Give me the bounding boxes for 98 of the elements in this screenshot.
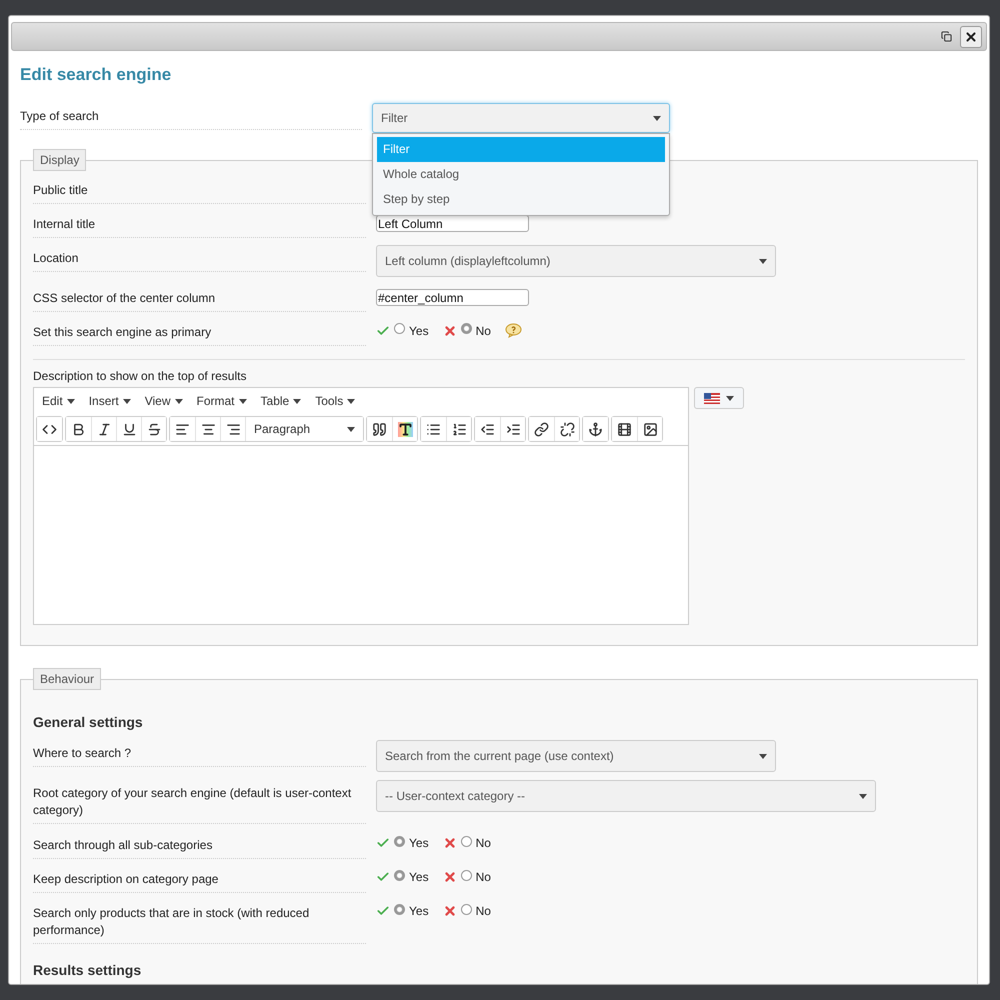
select-field[interactable]: Left column (displayleftcolumn) xyxy=(376,245,776,277)
radio-label: No xyxy=(476,904,491,918)
caret-icon xyxy=(759,258,767,264)
strikethrough-button[interactable] xyxy=(141,417,166,441)
underline-icon xyxy=(122,422,136,436)
radio-button[interactable] xyxy=(394,323,405,334)
section-heading: General settings xyxy=(33,714,144,730)
text-color-icon xyxy=(398,422,412,436)
field-label: Search through all sub-categories xyxy=(33,832,366,859)
editor-menu[interactable]: Edit xyxy=(42,394,75,408)
dropdown-option[interactable]: Step by step xyxy=(377,187,665,212)
strikethrough-icon xyxy=(146,422,162,436)
caret-icon xyxy=(293,398,302,404)
check-icon xyxy=(376,324,390,338)
section-legend: Behaviour xyxy=(33,668,102,690)
check-icon xyxy=(376,836,390,850)
radio-label: Yes xyxy=(409,904,429,918)
unlink-icon xyxy=(560,422,574,436)
caret-icon xyxy=(174,398,182,404)
radio-label: No xyxy=(476,836,491,850)
help-bubble-icon[interactable] xyxy=(504,323,522,338)
radio-button[interactable] xyxy=(460,904,472,915)
field-label: Search only products that are in stock (with reduced performance) xyxy=(33,900,366,944)
editor-menu[interactable]: Format xyxy=(196,394,247,408)
field-label: Internal title xyxy=(33,211,366,238)
editor-menu[interactable]: Insert xyxy=(88,394,131,408)
close-icon xyxy=(964,30,978,44)
format-select[interactable]: Paragraph xyxy=(245,417,363,441)
image-button[interactable] xyxy=(637,417,662,441)
restore-icon[interactable] xyxy=(941,31,952,42)
editor-menu[interactable]: View xyxy=(144,394,182,408)
indent-icon xyxy=(506,422,520,436)
editor-menu[interactable]: Table xyxy=(260,394,302,408)
caret-icon xyxy=(347,426,355,432)
text-color-button[interactable] xyxy=(392,417,417,441)
indent-button[interactable] xyxy=(500,417,525,441)
media-icon xyxy=(617,422,632,436)
caret-icon xyxy=(347,398,356,404)
text-field[interactable]: Left Column xyxy=(376,215,529,232)
radio-button[interactable] xyxy=(394,836,405,847)
caret-icon xyxy=(122,398,131,404)
field-label: Set this search engine as primary xyxy=(33,319,366,346)
text-field[interactable]: #center_column xyxy=(376,289,529,306)
caret-icon xyxy=(653,116,661,120)
numbered-list-icon xyxy=(452,422,466,436)
caret-icon xyxy=(726,396,734,400)
select-field[interactable]: -- User-context category -- xyxy=(376,780,876,812)
align-left-icon xyxy=(175,422,190,436)
select-field[interactable]: Filter xyxy=(372,103,670,133)
select-field[interactable]: Search from the current page (use context) xyxy=(376,740,776,772)
bold-icon xyxy=(71,422,86,436)
field-label: Public title xyxy=(33,177,366,204)
italic-icon xyxy=(96,422,112,436)
outdent-icon xyxy=(480,422,495,436)
bullet-list-icon xyxy=(426,422,441,436)
numbered-list-button[interactable] xyxy=(446,417,471,441)
cross-icon xyxy=(442,836,457,850)
radio-label: Yes xyxy=(409,870,429,884)
field-label: Keep description on category page xyxy=(33,866,366,893)
field-label: Root category of your search engine (default is user-context category) xyxy=(33,780,366,824)
radio-button[interactable] xyxy=(460,836,472,847)
blockquote-icon xyxy=(372,422,387,436)
radio-button[interactable] xyxy=(394,904,405,915)
dialog-title: Edit search engine xyxy=(20,65,172,85)
link-icon xyxy=(534,422,549,436)
caret-icon xyxy=(66,398,75,404)
radio-label: No xyxy=(476,324,491,338)
field-label: Where to search ? xyxy=(33,740,366,767)
image-icon xyxy=(642,422,658,436)
align-right-icon xyxy=(226,422,240,436)
field-label: CSS selector of the center column xyxy=(33,285,366,312)
check-icon xyxy=(376,904,390,918)
caret-icon xyxy=(759,754,767,758)
section-legend: Display xyxy=(33,149,86,171)
field-label: Location xyxy=(33,245,366,272)
anchor-icon xyxy=(588,422,603,436)
cross-icon xyxy=(442,904,457,918)
caret-icon xyxy=(238,398,247,404)
language-button[interactable] xyxy=(694,387,744,409)
editor-menu[interactable]: Tools xyxy=(315,394,356,408)
radio-label: Yes xyxy=(409,324,429,338)
cross-icon xyxy=(442,870,457,884)
radio-label: No xyxy=(476,870,491,884)
dropdown-option[interactable]: Whole catalog xyxy=(377,162,665,187)
unlink-button[interactable] xyxy=(554,417,579,441)
radio-button[interactable] xyxy=(460,323,472,334)
cross-icon xyxy=(442,324,457,338)
section-heading: Results settings xyxy=(33,962,142,978)
check-icon xyxy=(376,870,390,884)
flag-icon xyxy=(704,392,720,404)
align-center-icon xyxy=(200,422,216,436)
field-label: Description to show on the top of results xyxy=(33,368,248,385)
caret-icon xyxy=(859,794,867,798)
radio-button[interactable] xyxy=(460,870,472,881)
radio-button[interactable] xyxy=(394,870,405,881)
radio-label: Yes xyxy=(409,836,429,850)
field-label: Type of search xyxy=(20,103,362,130)
close-button[interactable] xyxy=(960,26,982,48)
